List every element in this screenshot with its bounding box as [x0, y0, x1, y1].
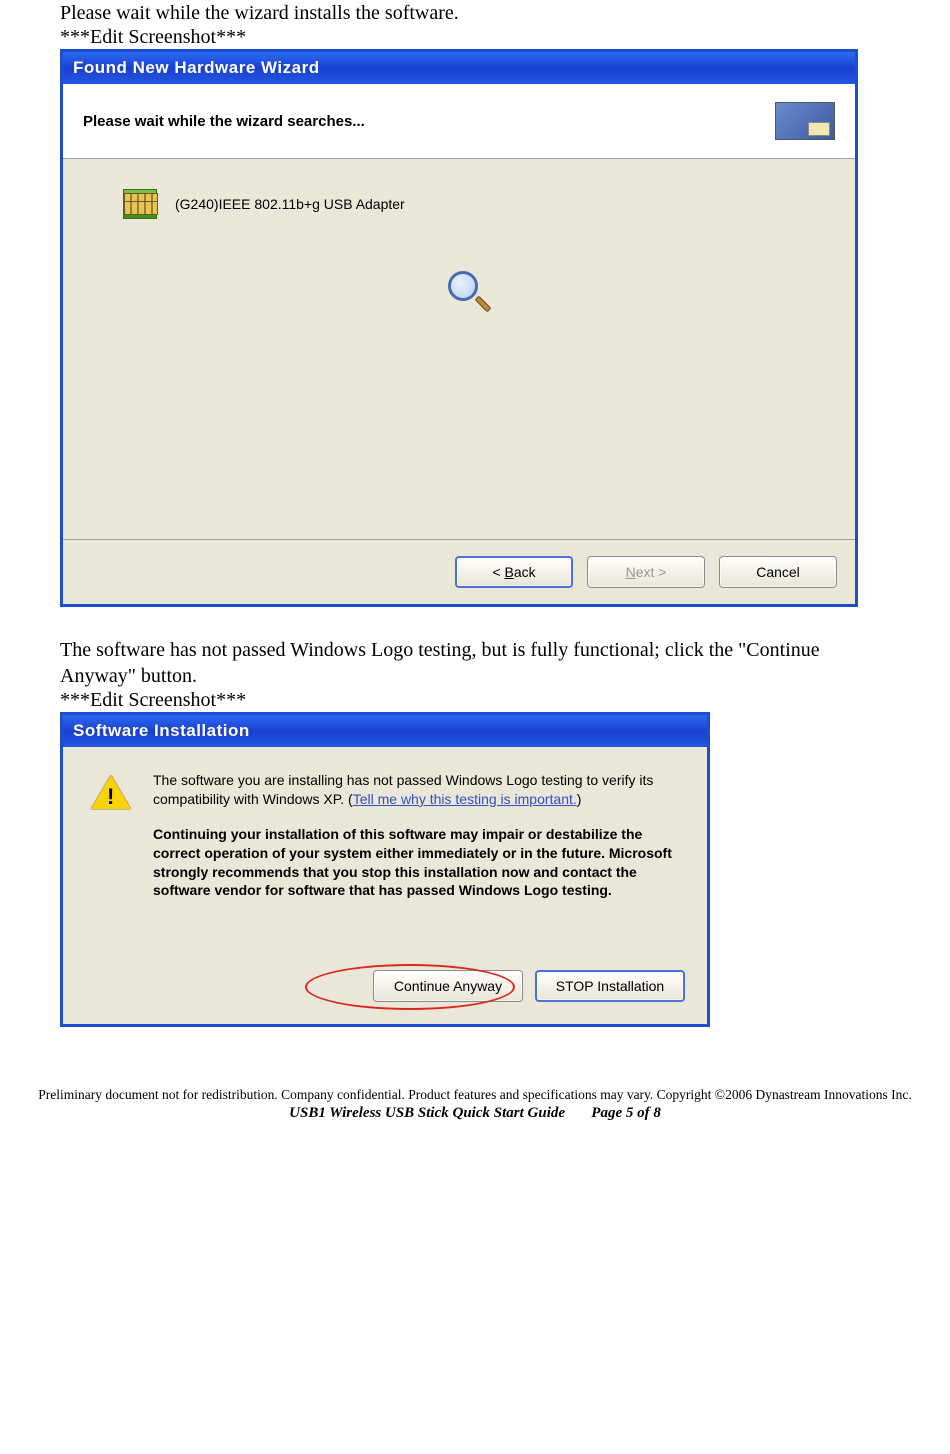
- network-card-icon: [123, 189, 157, 219]
- back-button[interactable]: < Back: [455, 556, 573, 588]
- device-label: (G240)IEEE 802.11b+g USB Adapter: [175, 196, 405, 212]
- screenshot-placeholder-1: ***Edit Screenshot***: [60, 26, 890, 49]
- window-titlebar: Software Installation: [63, 715, 707, 747]
- dialog-warning-bold: Continuing your installation of this sof…: [153, 825, 679, 901]
- wizard-body: (G240)IEEE 802.11b+g USB Adapter: [63, 159, 855, 539]
- next-button: Next >: [587, 556, 705, 588]
- magnifier-icon: [446, 269, 492, 315]
- hardware-wizard-window: Found New Hardware Wizard Please wait wh…: [60, 49, 858, 607]
- wizard-heading: Please wait while the wizard searches...: [83, 113, 365, 130]
- wizard-header: Please wait while the wizard searches...: [63, 84, 855, 159]
- warning-icon: [91, 775, 131, 811]
- window-titlebar: Found New Hardware Wizard: [63, 52, 855, 84]
- continue-anyway-button[interactable]: Continue Anyway: [373, 970, 523, 1002]
- footer-doc-title: USB1 Wireless USB Stick Quick Start Guid…: [289, 1105, 565, 1121]
- dialog-footer: Continue Anyway STOP Installation: [63, 910, 707, 1024]
- dialog-para-1b: ): [577, 791, 582, 807]
- tell-me-why-link[interactable]: Tell me why this testing is important.: [353, 791, 577, 807]
- instruction-text-2: The software has not passed Windows Logo…: [60, 637, 890, 689]
- hardware-icon: [775, 102, 835, 140]
- dialog-text: The software you are installing has not …: [153, 771, 679, 900]
- wizard-footer: < Back Next > Cancel: [63, 539, 855, 604]
- instruction-text-1: Please wait while the wizard installs th…: [60, 0, 890, 26]
- screenshot-placeholder-2: ***Edit Screenshot***: [60, 689, 890, 712]
- footer-disclaimer: Preliminary document not for redistribut…: [2, 1087, 948, 1103]
- footer-page-number: Page 5 of 8: [591, 1105, 661, 1121]
- cancel-button[interactable]: Cancel: [719, 556, 837, 588]
- page-footer: Preliminary document not for redistribut…: [0, 1057, 950, 1130]
- dialog-body: The software you are installing has not …: [63, 747, 707, 910]
- stop-installation-button[interactable]: STOP Installation: [535, 970, 685, 1002]
- window-title: Software Installation: [73, 721, 250, 740]
- software-installation-dialog: Software Installation The software you a…: [60, 712, 710, 1027]
- window-title: Found New Hardware Wizard: [73, 58, 320, 77]
